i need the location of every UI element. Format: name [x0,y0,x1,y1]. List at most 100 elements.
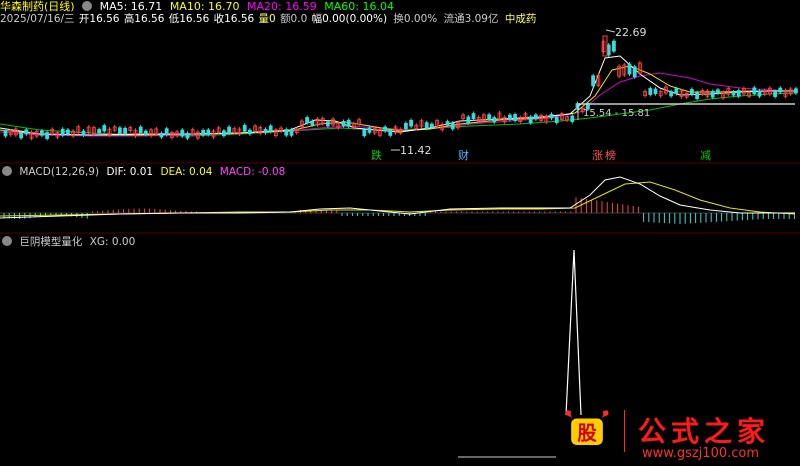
candle-body [507,114,512,120]
candle-body [591,75,595,87]
watermark-title: 公式之家 [638,415,771,448]
candle-body [97,129,101,134]
candle-body [513,114,517,121]
candle-body [653,88,658,95]
ma5-line [0,55,795,136]
candle-body [60,128,65,136]
candle-body [206,129,211,135]
macd-value: MACD: -0.08 [219,166,286,178]
candle-body [429,123,434,128]
macd-title[interactable]: MACD(12,26,9) [19,166,99,178]
dif-value: DIF: 0.01 [106,166,154,178]
watermark-url: www.gszj100.com [642,446,760,461]
candle-body [424,122,429,129]
candle-body [45,132,49,139]
candle-body [268,125,273,132]
watermark: 股 公式之家 www.gszj100.com [556,404,800,466]
candle-body [778,87,783,93]
candle-body [534,114,538,120]
candle-body [554,116,559,123]
event-label-cai[interactable]: 财 [458,149,469,163]
candle-body [164,128,169,136]
candle-body [19,132,24,139]
candle-body [346,119,351,127]
event-label-bang[interactable]: 榜 [605,149,616,163]
candle-body [123,127,127,135]
candle-body [159,132,164,138]
macd-header: MACD(12,26,9) DIF: 0.01 DEA: 0.04 MACD: … [0,165,289,179]
candle-body [362,129,367,137]
candle-body [549,113,554,119]
candle-body [341,121,346,127]
candle-body [367,127,372,133]
candle-body [695,92,699,99]
candle-body [201,129,206,136]
candle-body [627,63,632,75]
candle-body [710,90,715,98]
candle-body [403,122,408,130]
candle-body [632,66,637,78]
candle-body [40,130,44,136]
high-price-pointer [605,29,616,33]
candle-body [221,130,226,137]
macd-histogram [3,197,795,224]
candle-body [648,88,653,95]
high-price-label: 22.69 [615,26,647,39]
candle-body [674,88,679,94]
candle-body [24,129,29,135]
indicator-title[interactable]: 巨阴模型量化 [19,236,82,248]
candle-body [3,130,8,137]
bull-logo-icon: 股 [565,410,609,445]
candle-body [227,126,232,134]
candle-body [102,125,107,132]
candle-body [242,124,247,132]
xg-value: XG: 0.00 [89,236,136,248]
chart-canvas[interactable] [0,0,800,466]
candle-body [570,115,575,122]
candle-body [118,127,122,134]
candle-body [612,40,616,52]
candle-body [81,130,86,136]
candle-body [284,129,289,136]
candle-body [263,129,268,134]
candle-body [383,126,388,132]
candle-body [388,129,393,136]
range-label: 15.54 - 15.81 [583,108,651,119]
settings-dot-icon[interactable] [2,166,12,176]
candle-body [185,132,190,139]
candle-body [445,121,450,126]
candle-body [471,113,476,120]
ma10-line [0,65,795,136]
candle-body [690,88,694,95]
candle-body [310,120,315,126]
candle-body [752,87,757,95]
candle-body [736,90,741,97]
settings-dot-icon[interactable] [2,236,12,246]
candle-body [492,117,497,123]
candle-body [180,129,185,137]
event-label-zhang[interactable]: 涨 [592,149,603,163]
candle-body [247,129,252,135]
candle-body [716,89,720,94]
candle-body [466,116,471,124]
low-price-label: 11.42 [400,144,432,157]
watermark-divider [624,410,625,452]
indicator-header: 巨阴模型量化 XG: 0.00 [0,235,139,249]
event-label-jian[interactable]: 减 [700,149,711,163]
xg-spike [565,249,582,416]
candle-body [143,130,148,135]
candle-body [138,126,143,133]
dea-line [0,181,796,217]
candle-body [409,119,414,127]
candle-body [773,91,777,97]
event-label-die[interactable]: 跌 [371,149,382,163]
candle-body [757,90,762,97]
candle-body [450,122,455,130]
logo-char: 股 [577,422,597,445]
candle-body [606,44,611,56]
candle-body [794,88,798,94]
dea-value: DEA: 0.04 [160,166,213,178]
candle-body [325,121,330,127]
candle-body [66,129,70,135]
candle-body [487,114,492,120]
